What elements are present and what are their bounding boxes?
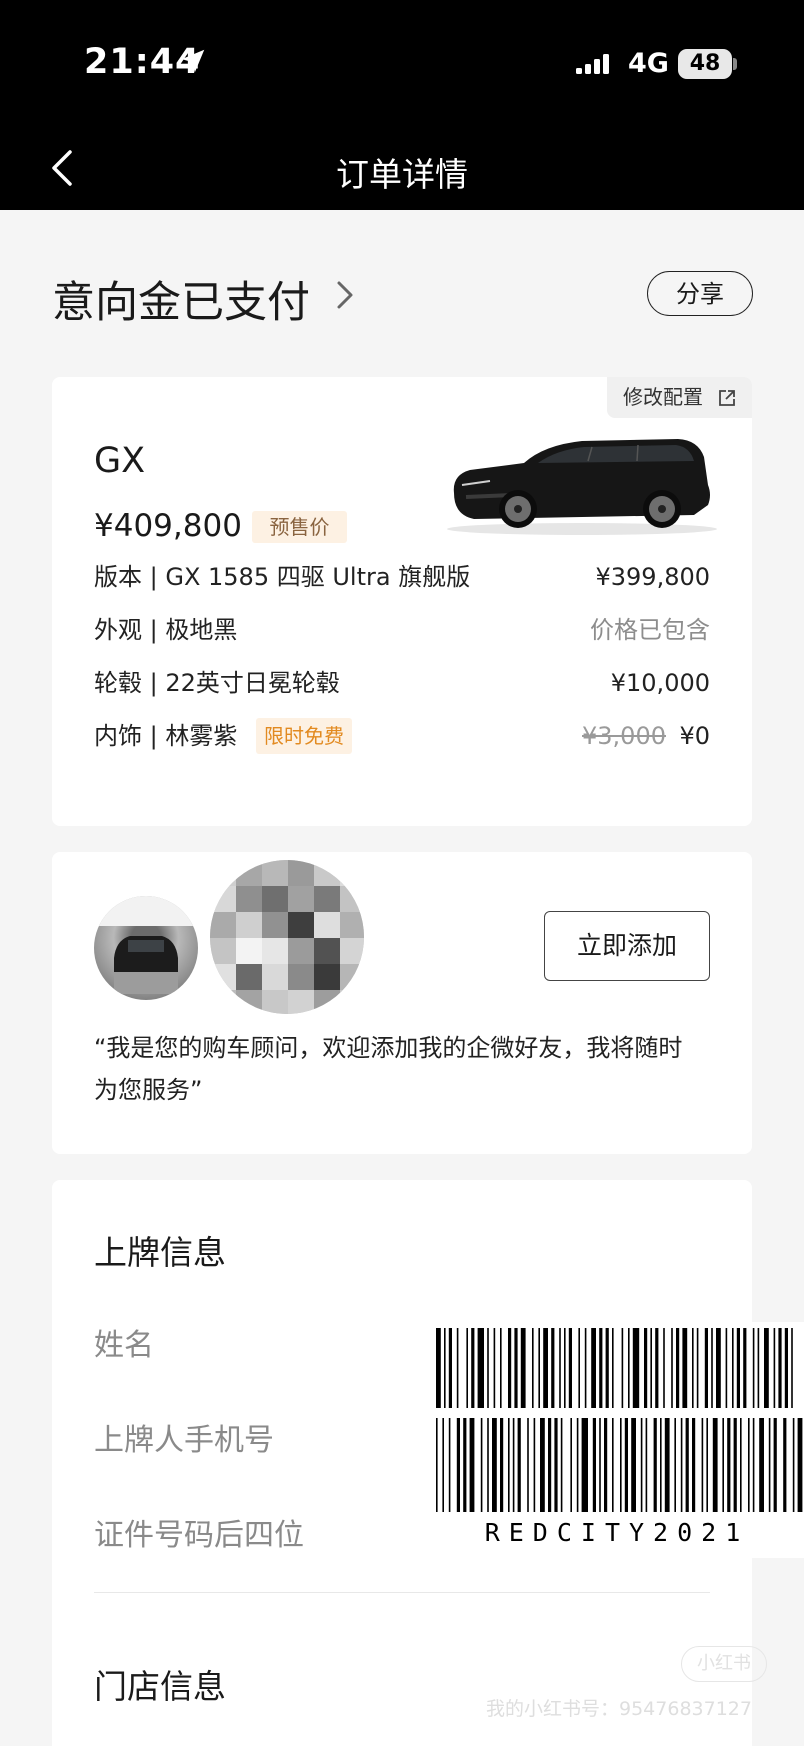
watermark-text: 我的小红书号：95476837127: [486, 1698, 752, 1720]
config-name: 版本 | GX 1585 四驱 Ultra 旗舰版: [94, 563, 471, 591]
advisor-quote: “我是您的购车顾问，欢迎添加我的企微好友，我将随时为您服务”: [94, 1034, 683, 1104]
plate-info-title: 上牌信息: [94, 1233, 226, 1272]
vehicle-card: 修改配置 GX ¥409,800 预售价 版本 | GX 1585 四驱 Ult…: [52, 377, 752, 826]
add-advisor-button[interactable]: 立即添加: [544, 911, 710, 981]
store-info-title: 门店信息: [94, 1667, 226, 1706]
vehicle-model: GX: [94, 441, 146, 481]
chevron-right-icon[interactable]: [334, 279, 356, 311]
vehicle-price: ¥409,800: [94, 508, 242, 544]
field-name-label[interactable]: 姓名: [94, 1320, 154, 1364]
field-id-last4-label[interactable]: 证件号码后四位: [94, 1510, 304, 1554]
field-phone-label[interactable]: 上牌人手机号: [94, 1415, 274, 1459]
config-price: 价格已包含: [590, 616, 710, 644]
original-price: ¥3,000: [582, 722, 666, 750]
barcode-text: REDCITY2021: [484, 1518, 750, 1547]
config-name: 轮毂 | 22英寸日冕轮毂: [94, 669, 340, 697]
page-title: 订单详情: [336, 155, 468, 194]
config-name: 内饰 | 林雾紫: [94, 722, 238, 750]
advisor-card: 立即添加 “我是您的购车顾问，欢迎添加我的企微好友，我将随时为您服务”: [52, 852, 752, 1154]
presale-price-tag: 预售价: [252, 511, 347, 543]
battery-tip: [733, 58, 737, 70]
advisor-car-photo: [94, 896, 198, 1000]
config-price: ¥10,000: [610, 669, 710, 697]
config-price: ¥0: [679, 722, 710, 750]
external-link-icon: [719, 390, 735, 406]
barcode-overlay: REDCITY2021: [430, 1322, 804, 1558]
share-button[interactable]: 分享: [647, 271, 753, 316]
config-name: 外观 | 极地黑: [94, 616, 238, 644]
network-type: 4G: [628, 48, 669, 79]
location-arrow-icon: [181, 49, 205, 73]
config-price: ¥399,800: [595, 563, 710, 591]
car-image: [447, 439, 717, 535]
top-bar: 21:44 4G 48 订单详情: [0, 0, 804, 210]
divider: [94, 1592, 710, 1593]
free-tag: 限时免费: [256, 718, 352, 754]
battery-level: 48: [678, 49, 732, 79]
signal-icon: [576, 54, 609, 74]
config-row-exterior: 外观 | 极地黑 价格已包含: [94, 610, 710, 650]
advisor-avatar: [210, 860, 364, 1014]
config-row-wheels: 轮毂 | 22英寸日冕轮毂 ¥10,000: [94, 663, 710, 703]
barcode-bars: [436, 1328, 803, 1512]
config-row-version: 版本 | GX 1585 四驱 Ultra 旗舰版 ¥399,800: [94, 557, 710, 597]
watermark-logo: 小红书: [681, 1646, 767, 1682]
modify-config-label: 修改配置: [623, 385, 703, 409]
config-row-interior: 内饰 | 林雾紫 限时免费 ¥3,000 ¥0: [94, 716, 710, 756]
modify-config-button[interactable]: 修改配置: [607, 377, 752, 418]
order-status-title[interactable]: 意向金已支付: [52, 268, 310, 330]
